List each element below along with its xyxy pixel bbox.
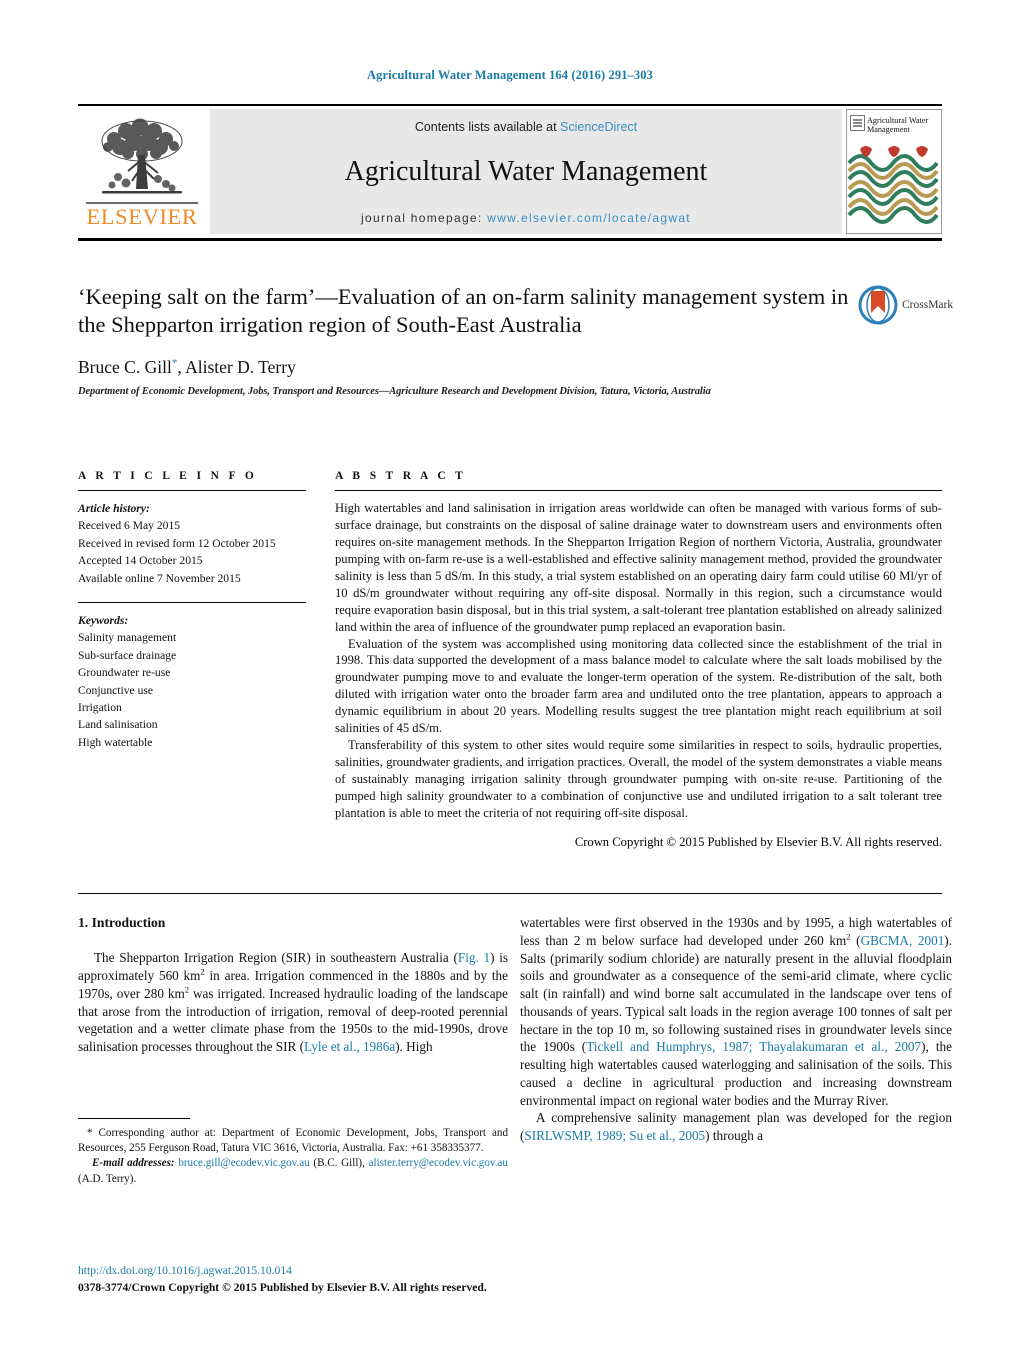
intro-paragraph-right-2: A comprehensive salinity management plan… xyxy=(520,1109,952,1145)
article-info-rule xyxy=(78,490,306,491)
abstract-paragraph: High watertables and land salinisation i… xyxy=(335,501,942,634)
intro-paragraph-right: watertables were first observed in the 1… xyxy=(520,914,952,1109)
email-owner-gill: (B.C. Gill), xyxy=(309,1157,365,1170)
email-link-terry[interactable]: alister.terry@ecodev.vic.gov.au xyxy=(369,1157,508,1169)
homepage-prefix: journal homepage: xyxy=(361,211,488,225)
corresponding-author-note: * Corresponding author at: Department of… xyxy=(78,1127,508,1155)
paper-page: Agricultural Water Management 164 (2016)… xyxy=(0,0,1020,1351)
keyword-item: Irrigation xyxy=(78,700,122,714)
history-item: Received 6 May 2015 xyxy=(78,519,181,533)
keyword-item: Salinity management xyxy=(78,631,177,645)
history-item: Available online 7 November 2015 xyxy=(78,571,241,585)
citation-link-lyle[interactable]: Lyle et al., 1986a xyxy=(304,1039,395,1054)
abstract-heading: A B S T R A C T xyxy=(335,470,467,482)
history-item: Accepted 14 October 2015 xyxy=(78,554,203,568)
abstract-copyright: Crown Copyright © 2015 Published by Else… xyxy=(574,834,942,849)
intro-text: ). High xyxy=(395,1039,433,1055)
keywords-label: Keywords: xyxy=(78,613,129,627)
running-head: Agricultural Water Management 164 (2016)… xyxy=(367,68,653,82)
footnote-rule xyxy=(78,1118,190,1119)
abstract-body: High watertables and land salinisation i… xyxy=(335,500,942,822)
email-label: E-mail addresses: xyxy=(92,1157,175,1170)
author-secondary: , Alister D. Terry xyxy=(177,356,296,377)
journal-homepage-line: journal homepage: www.elsevier.com/locat… xyxy=(210,211,842,225)
keyword-item: Sub-surface drainage xyxy=(78,648,177,662)
intro-text: The Shepparton Irrigation Region (SIR) i… xyxy=(94,950,458,966)
keyword-item: High watertable xyxy=(78,735,153,749)
crossmark-icon xyxy=(858,285,898,325)
figure-link-fig1[interactable]: Fig. 1 xyxy=(458,950,490,965)
cover-artwork xyxy=(847,146,939,224)
article-title-block: ‘Keeping salt on the farm’—Evaluation of… xyxy=(78,283,858,397)
intro-text: ) through a xyxy=(705,1128,764,1143)
article-history-group: Article history: Received 6 May 2015 Rec… xyxy=(78,500,306,587)
elsevier-logo: ELSEVIER xyxy=(78,109,206,234)
abstract-rule xyxy=(335,490,942,491)
doi-block: http://dx.doi.org/10.1016/j.agwat.2015.1… xyxy=(78,1263,558,1297)
crossmark-label: CrossMark xyxy=(902,299,954,311)
abstract-paragraph: Evaluation of the system was accomplishe… xyxy=(335,636,942,736)
email-addresses-note: E-mail addresses: bruce.gill@ecodev.vic.… xyxy=(78,1156,508,1186)
body-column-left: 1. Introduction The Shepparton Irrigatio… xyxy=(78,914,508,1056)
author-list: Bruce C. Gill*, Alister D. Terry xyxy=(78,357,858,378)
body-column-right: watertables were first observed in the 1… xyxy=(520,914,952,1145)
author-primary: Bruce C. Gill xyxy=(78,356,172,377)
masthead-bottom-rule xyxy=(78,238,942,241)
keyword-item: Groundwater re-use xyxy=(78,666,171,680)
article-info-heading: A R T I C L E I N F O xyxy=(78,470,258,482)
sciencedirect-link[interactable]: ScienceDirect xyxy=(560,120,637,134)
journal-cover-thumbnail: Agricultural Water Management xyxy=(846,109,942,234)
intro-text: ( xyxy=(850,932,861,948)
intro-paragraph-left: The Shepparton Irrigation Region (SIR) i… xyxy=(78,949,508,1056)
citation-link-sirlwsmp[interactable]: SIRLWSMP, 1989; Su et al., 2005 xyxy=(524,1128,705,1143)
keyword-item: Conjunctive use xyxy=(78,683,154,697)
contents-available-line: Contents lists available at ScienceDirec… xyxy=(210,120,842,134)
elsevier-tree-icon xyxy=(101,118,183,194)
doi-link[interactable]: http://dx.doi.org/10.1016/j.agwat.2015.1… xyxy=(78,1263,558,1280)
elsevier-wordmark: ELSEVIER xyxy=(86,203,198,229)
article-info-column: A R T I C L E I N F O Article history: R… xyxy=(78,470,306,751)
keywords-group: Keywords: Salinity management Sub-surfac… xyxy=(78,612,306,751)
masthead-center-panel: Contents lists available at ScienceDirec… xyxy=(210,109,842,234)
contents-prefix: Contents lists available at xyxy=(414,120,561,134)
article-history-label: Article history: xyxy=(78,502,150,515)
keyword-item: Land salinisation xyxy=(78,718,158,732)
page-title: ‘Keeping salt on the farm’—Evaluation of… xyxy=(78,284,849,338)
journal-homepage-link[interactable]: www.elsevier.com/locate/agwat xyxy=(487,211,691,225)
abstract-paragraph: Transferability of this system to other … xyxy=(335,738,942,820)
email-link-gill[interactable]: bruce.gill@ecodev.vic.gov.au xyxy=(178,1157,309,1169)
citation-link-tickell[interactable]: Tickell and Humphrys, 1987; Thayalakumar… xyxy=(586,1039,921,1054)
history-item: Received in revised form 12 October 2015 xyxy=(78,536,276,550)
abstract-column: A B S T R A C T High watertables and lan… xyxy=(335,470,942,850)
cover-elsevier-icon xyxy=(850,115,865,131)
journal-title: Agricultural Water Management xyxy=(344,155,708,187)
cover-title: Agricultural Water Management xyxy=(867,116,929,135)
intro-text: ). Salts (primarily sodium chloride) are… xyxy=(520,932,952,1055)
email-owner-terry: (A.D. Terry). xyxy=(78,1172,137,1185)
keywords-rule xyxy=(78,601,306,603)
section-heading-introduction: 1. Introduction xyxy=(78,915,166,930)
affiliation: Department of Economic Development, Jobs… xyxy=(78,385,711,397)
citation-link-gbcma[interactable]: GBCMA, 2001 xyxy=(861,933,945,948)
crossmark-badge[interactable]: CrossMark xyxy=(858,285,958,333)
footnote-block: * Corresponding author at: Department of… xyxy=(78,1118,508,1187)
section-divider-rule xyxy=(78,893,942,894)
journal-masthead: ELSEVIER Contents lists available at Sci… xyxy=(78,104,942,234)
issn-copyright-line: 0378-3774/Crown Copyright © 2015 Publish… xyxy=(78,1280,487,1294)
